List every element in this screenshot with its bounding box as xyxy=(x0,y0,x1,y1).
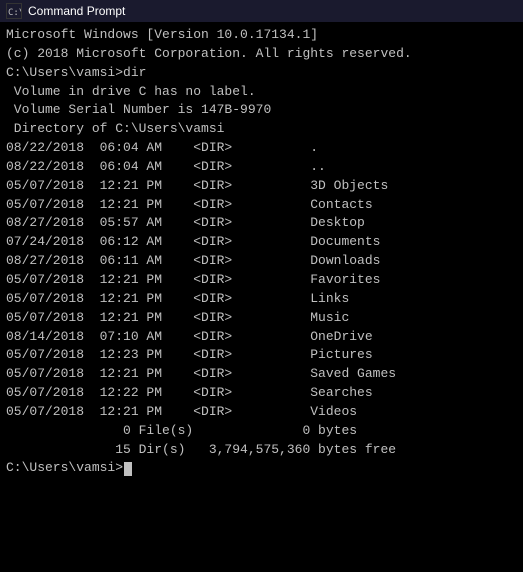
terminal-line: 15 Dir(s) 3,794,575,360 bytes free xyxy=(6,441,517,460)
terminal-line: 05/07/2018 12:21 PM <DIR> Links xyxy=(6,290,517,309)
terminal-line: 08/27/2018 06:11 AM <DIR> Downloads xyxy=(6,252,517,271)
terminal-line: (c) 2018 Microsoft Corporation. All righ… xyxy=(6,45,517,64)
title-bar: C:\ Command Prompt xyxy=(0,0,523,22)
cursor xyxy=(124,462,132,476)
terminal-line: 05/07/2018 12:21 PM <DIR> Saved Games xyxy=(6,365,517,384)
terminal-line: C:\Users\vamsi>dir xyxy=(6,64,517,83)
terminal-line: 08/27/2018 05:57 AM <DIR> Desktop xyxy=(6,214,517,233)
terminal-line: 0 File(s) 0 bytes xyxy=(6,422,517,441)
terminal-line: 05/07/2018 12:21 PM <DIR> Contacts xyxy=(6,196,517,215)
terminal-line: 05/07/2018 12:21 PM <DIR> Videos xyxy=(6,403,517,422)
terminal-line: 08/22/2018 06:04 AM <DIR> .. xyxy=(6,158,517,177)
terminal-line: 05/07/2018 12:22 PM <DIR> Searches xyxy=(6,384,517,403)
terminal[interactable]: Microsoft Windows [Version 10.0.17134.1]… xyxy=(0,22,523,572)
terminal-line: Directory of C:\Users\vamsi xyxy=(6,120,517,139)
terminal-line: 05/07/2018 12:21 PM <DIR> Music xyxy=(6,309,517,328)
prompt-line: C:\Users\vamsi> xyxy=(6,459,517,478)
terminal-line: Microsoft Windows [Version 10.0.17134.1] xyxy=(6,26,517,45)
terminal-line: 07/24/2018 06:12 AM <DIR> Documents xyxy=(6,233,517,252)
terminal-line: 08/14/2018 07:10 AM <DIR> OneDrive xyxy=(6,328,517,347)
terminal-line: 05/07/2018 12:21 PM <DIR> Favorites xyxy=(6,271,517,290)
terminal-line: Volume Serial Number is 147B-9970 xyxy=(6,101,517,120)
terminal-line: 05/07/2018 12:23 PM <DIR> Pictures xyxy=(6,346,517,365)
cmd-icon: C:\ xyxy=(6,3,22,19)
title-bar-text: Command Prompt xyxy=(28,4,125,18)
terminal-line: Volume in drive C has no label. xyxy=(6,83,517,102)
svg-text:C:\: C:\ xyxy=(8,8,21,18)
prompt-text: C:\Users\vamsi> xyxy=(6,459,123,478)
terminal-line: 08/22/2018 06:04 AM <DIR> . xyxy=(6,139,517,158)
terminal-line: 05/07/2018 12:21 PM <DIR> 3D Objects xyxy=(6,177,517,196)
